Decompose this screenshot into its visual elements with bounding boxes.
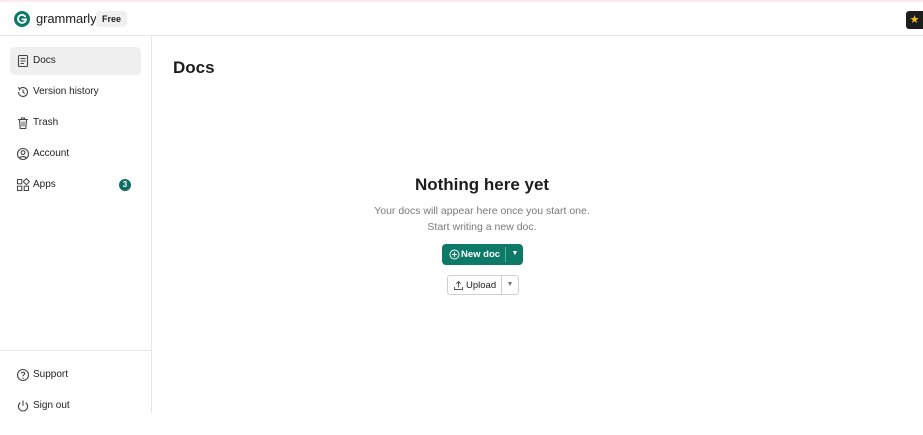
upload-dropdown-icon[interactable]: ▼ <box>503 279 517 291</box>
sidebar-item-account[interactable]: Account <box>10 140 141 168</box>
sidebar-item-apps[interactable]: Apps 3 <box>10 171 141 199</box>
upload-button[interactable]: Upload ▼ <box>447 275 519 295</box>
sidebar-item-sign-out[interactable]: Sign out <box>10 392 141 420</box>
new-doc-button[interactable]: New doc ▼ <box>442 244 523 265</box>
sidebar-item-label: Trash <box>33 117 59 128</box>
trash-icon <box>18 117 28 130</box>
button-divider <box>501 276 502 294</box>
plus-circle-icon <box>449 249 460 260</box>
upload-label: Upload <box>466 280 497 291</box>
apps-count-badge: 3 <box>119 179 131 191</box>
main-content: Docs Nothing here yet Your docs will app… <box>152 36 923 435</box>
document-icon <box>17 54 29 68</box>
grammarly-logo-icon[interactable] <box>14 11 30 27</box>
empty-state-line-1: Your docs will appear here once you star… <box>374 205 590 217</box>
history-icon <box>17 86 29 97</box>
apps-grid-icon <box>17 178 30 191</box>
power-icon <box>17 400 29 412</box>
sidebar-item-label: Account <box>33 148 70 159</box>
sidebar-item-support[interactable]: Support <box>10 361 141 389</box>
sidebar-item-label: Support <box>33 369 69 380</box>
button-divider <box>505 247 506 262</box>
sidebar-item-label: Docs <box>33 55 56 66</box>
new-doc-label: New doc <box>461 249 501 260</box>
empty-state-line-2: Start writing a new doc. <box>427 221 537 233</box>
sidebar-item-label: Version history <box>33 86 99 97</box>
sidebar-item-label: Sign out <box>33 400 70 411</box>
sidebar-item-trash[interactable]: Trash <box>10 109 141 137</box>
app-header: grammarly Free ★ <box>0 2 923 36</box>
sidebar-item-label: Apps <box>33 179 56 190</box>
star-icon[interactable]: ★ <box>906 11 923 29</box>
new-doc-dropdown-icon[interactable]: ▼ <box>508 248 522 260</box>
plan-badge: Free <box>96 11 128 27</box>
sidebar: Docs Version history Trash Account Apps … <box>0 36 152 413</box>
upload-icon <box>454 280 463 290</box>
page-title: Docs <box>173 58 215 77</box>
help-icon <box>16 368 30 382</box>
sidebar-item-version-history[interactable]: Version history <box>10 78 141 106</box>
brand-name: grammarly <box>36 11 97 26</box>
empty-state-title: Nothing here yet <box>414 175 550 194</box>
account-icon <box>16 147 30 161</box>
sidebar-divider <box>0 350 151 351</box>
sidebar-item-docs[interactable]: Docs <box>10 47 141 75</box>
